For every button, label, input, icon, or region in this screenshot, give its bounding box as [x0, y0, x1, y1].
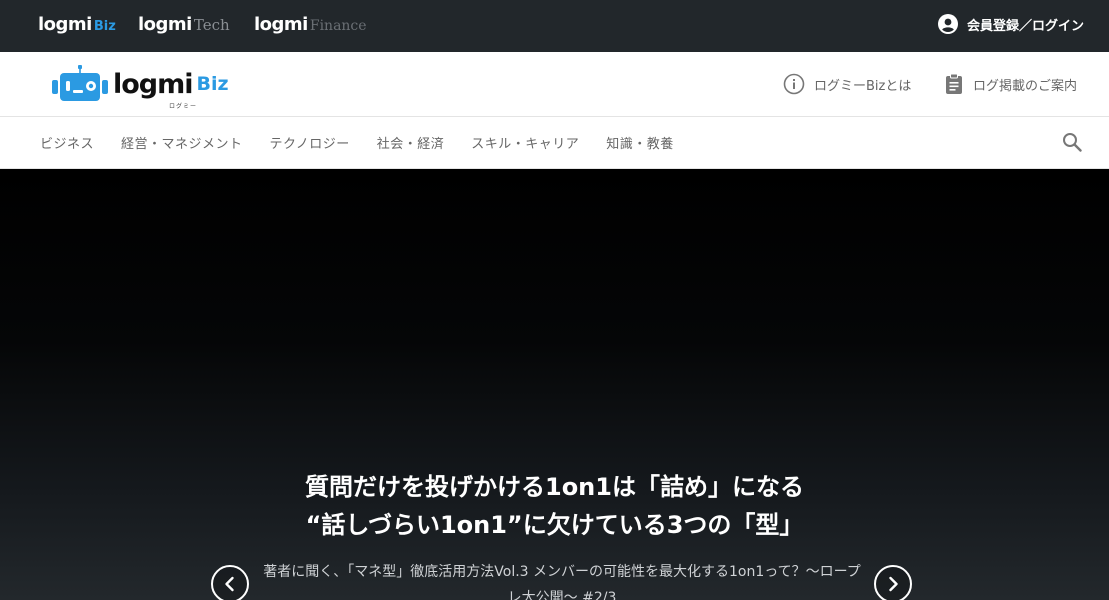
site-name: logmi	[38, 14, 92, 35]
network-bar: logmi Biz logmi Tech logmi Finance 会員登録／…	[0, 0, 1109, 52]
category-technology[interactable]: テクノロジー	[270, 133, 350, 152]
logmi-finance-link[interactable]: logmi Finance	[254, 14, 367, 35]
site-suffix: Tech	[193, 16, 230, 34]
carousel-next-button[interactable]	[874, 565, 912, 600]
info-icon	[783, 73, 805, 95]
logmi-biz-link[interactable]: logmi Biz	[38, 14, 116, 35]
site-header: logmi Biz ログミー ログミーBizとは ログ掲載のご案内	[0, 52, 1109, 117]
hero-title-line1[interactable]: 質問だけを投げかける1on1は「詰め」になる	[0, 468, 1109, 506]
about-link[interactable]: ログミーBizとは	[783, 73, 911, 95]
category-society-economy[interactable]: 社会・経済	[377, 133, 445, 152]
about-label: ログミーBizとは	[814, 78, 912, 94]
listing-label: ログ掲載のご案内	[973, 78, 1078, 94]
site-suffix: Biz	[93, 19, 116, 34]
category-knowledge[interactable]: 知識・教養	[606, 133, 674, 152]
site-suffix: Finance	[309, 18, 367, 34]
hero-carousel[interactable]: 質問だけを投げかける1on1は「詰め」になる “話しづらい1on1”に欠けている…	[0, 169, 1109, 600]
site-name: logmi	[254, 14, 308, 35]
hero-subtitle: 著者に聞く、「マネ型」徹底活用方法Vol.3 メンバーの可能性を最大化する1on…	[263, 564, 861, 600]
logmi-biz-logo[interactable]: logmi Biz ログミー	[51, 64, 229, 110]
listing-info-link[interactable]: ログ掲載のご案内	[944, 73, 1077, 95]
robot-icon	[52, 65, 108, 101]
brand-word: logmi	[113, 68, 194, 100]
brand-suffix: Biz	[196, 73, 229, 95]
search-icon	[1063, 133, 1082, 152]
account-icon	[937, 14, 958, 34]
search-button[interactable]	[1062, 132, 1082, 156]
login-button[interactable]: 会員登録／ログイン	[937, 14, 1084, 34]
category-business[interactable]: ビジネス	[40, 133, 94, 152]
category-management[interactable]: 経営・マネジメント	[121, 133, 243, 152]
carousel-prev-button[interactable]	[211, 565, 249, 600]
hero-title-line2[interactable]: “話しづらい1on1”に欠けている3つの「型」	[0, 506, 1109, 544]
site-name: logmi	[138, 14, 192, 35]
chevron-right-icon	[889, 576, 898, 592]
brand-kana: ログミー	[169, 103, 198, 110]
logmi-tech-link[interactable]: logmi Tech	[138, 14, 230, 35]
chevron-left-icon	[225, 576, 234, 592]
category-nav: ビジネス 経営・マネジメント テクノロジー 社会・経済 スキル・キャリア 知識・…	[0, 117, 1109, 169]
login-label: 会員登録／ログイン	[966, 18, 1084, 34]
category-skill-career[interactable]: スキル・キャリア	[471, 133, 579, 152]
clipboard-icon	[946, 73, 962, 94]
